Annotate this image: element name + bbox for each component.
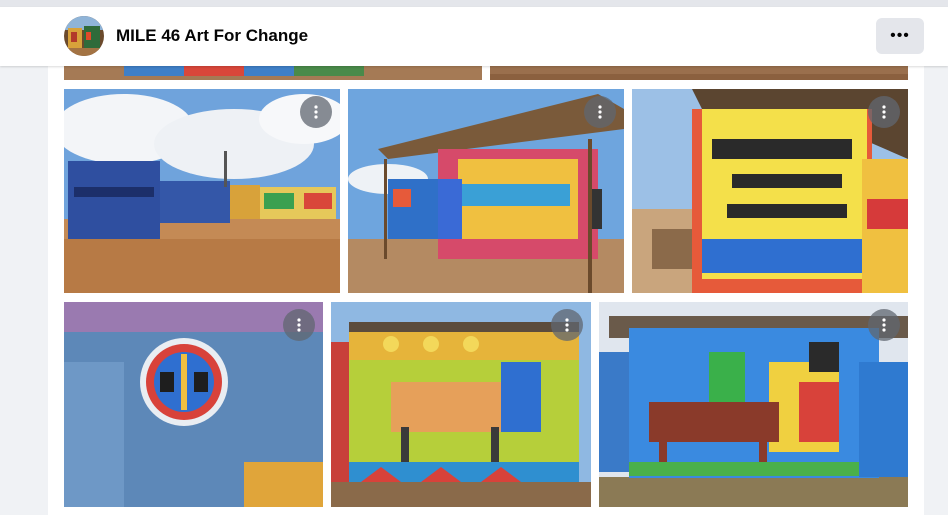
photo-image xyxy=(331,302,591,507)
photo-image xyxy=(599,302,908,507)
photo-menu-button[interactable] xyxy=(283,309,315,341)
photo-menu-button[interactable] xyxy=(551,309,583,341)
photo-tile-2[interactable] xyxy=(348,89,624,293)
more-vertical-icon xyxy=(314,105,318,119)
photo-menu-button[interactable] xyxy=(868,309,900,341)
photos-panel xyxy=(48,66,924,515)
photo-menu-button[interactable] xyxy=(584,96,616,128)
more-vertical-icon xyxy=(297,318,301,332)
photo-tile-prev-2[interactable] xyxy=(490,66,908,80)
photo-image xyxy=(64,66,482,80)
photo-tile-prev-1[interactable] xyxy=(64,66,482,80)
more-options-button[interactable]: ••• xyxy=(876,18,924,54)
photo-tile-1[interactable] xyxy=(64,89,340,293)
photo-tile-5[interactable] xyxy=(331,302,591,507)
page-title[interactable]: MILE 46 Art For Change xyxy=(116,26,308,46)
photo-image xyxy=(490,66,908,80)
more-horizontal-icon: ••• xyxy=(890,27,910,44)
photo-tile-4[interactable] xyxy=(64,302,323,507)
photo-menu-button[interactable] xyxy=(868,96,900,128)
more-vertical-icon xyxy=(882,105,886,119)
more-vertical-icon xyxy=(598,105,602,119)
page-header: MILE 46 Art For Change ••• xyxy=(0,7,948,66)
photo-image xyxy=(64,89,340,293)
photo-menu-button[interactable] xyxy=(300,96,332,128)
browser-top-strip xyxy=(0,0,948,7)
more-vertical-icon xyxy=(882,318,886,332)
photo-image xyxy=(632,89,908,293)
photo-image xyxy=(348,89,624,293)
photo-tile-6[interactable] xyxy=(599,302,908,507)
more-vertical-icon xyxy=(565,318,569,332)
photo-tile-3[interactable] xyxy=(632,89,908,293)
profile-avatar-icon xyxy=(64,16,104,56)
page-avatar[interactable] xyxy=(64,16,104,56)
